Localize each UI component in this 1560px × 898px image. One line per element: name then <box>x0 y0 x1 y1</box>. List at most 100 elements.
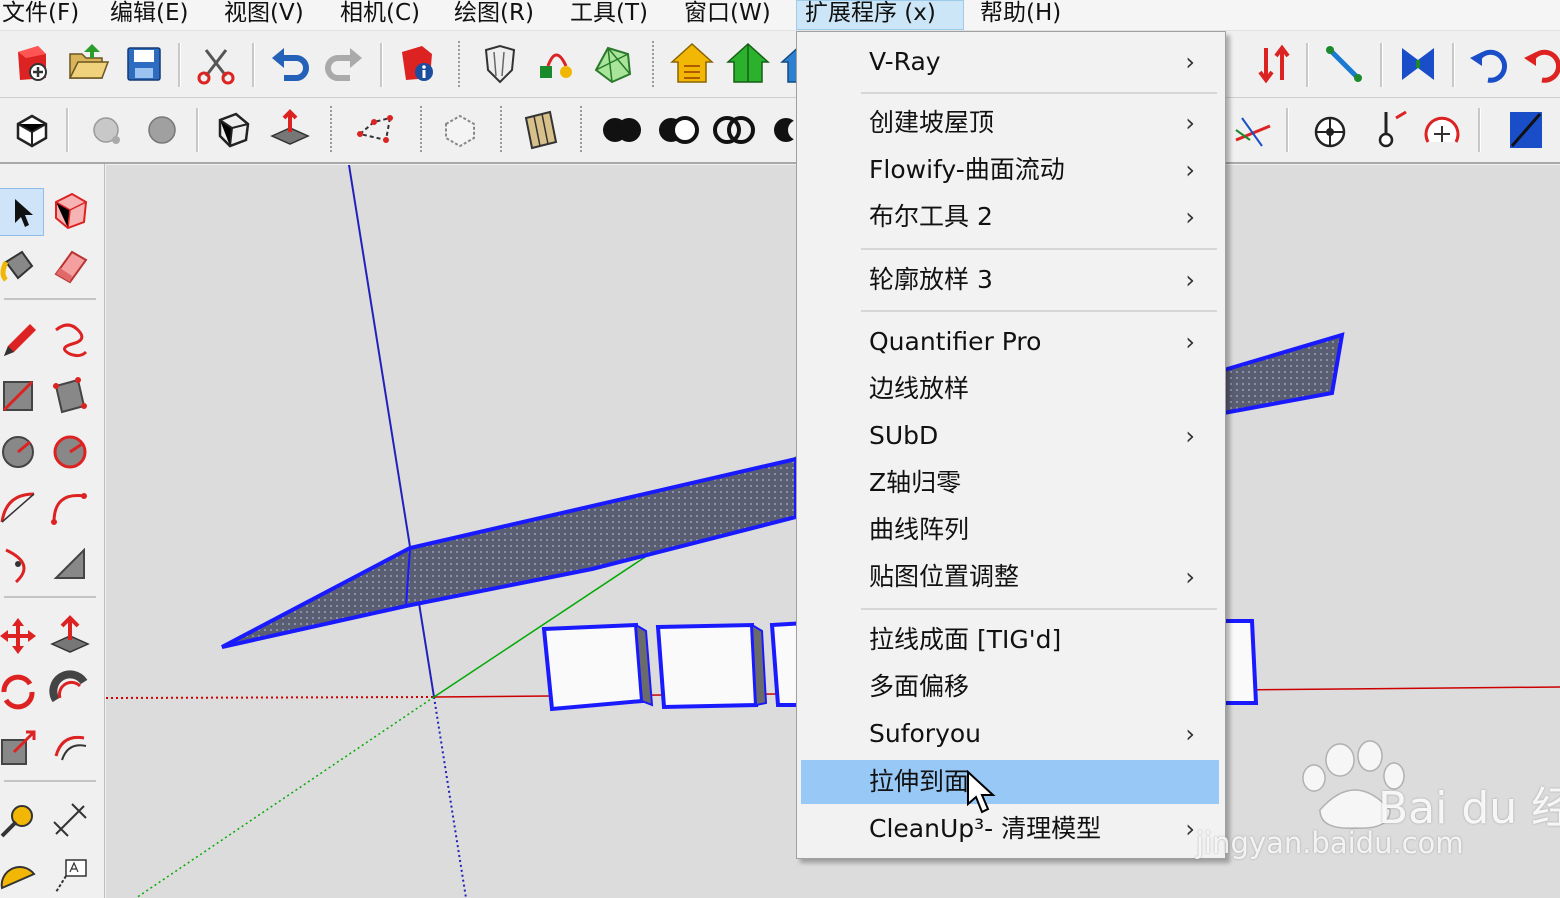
pencil-icon[interactable] <box>0 318 40 362</box>
freehand-icon[interactable] <box>48 318 92 362</box>
menu-help[interactable]: 帮助(H) <box>972 0 1069 30</box>
follow-me-icon[interactable] <box>48 670 92 714</box>
shadow-off-icon[interactable] <box>84 106 132 154</box>
menu-item-subd[interactable]: SUbD › <box>801 414 1219 458</box>
look-around-icon[interactable] <box>1362 106 1410 154</box>
submenu-arrow-icon: › <box>1185 563 1195 591</box>
menu-item-flowify[interactable]: Flowify-曲面流动 › <box>801 148 1219 192</box>
protractor-icon[interactable] <box>0 854 40 898</box>
text-icon[interactable] <box>48 854 92 898</box>
sandbox-icon[interactable] <box>588 40 636 88</box>
rectangle-icon[interactable] <box>0 374 40 418</box>
extensions-dropdown: V-Ray › 创建坡屋顶 › Flowify-曲面流动 › 布尔工具 2 › 轮廓放样… <box>796 31 1226 859</box>
submenu-arrow-icon: › <box>1185 109 1195 137</box>
rotate-red-icon[interactable] <box>1520 40 1560 88</box>
selected-face <box>221 456 798 649</box>
cut-icon[interactable] <box>192 40 240 88</box>
menu-edit[interactable]: 编辑(E) <box>102 0 196 30</box>
mirror-icon[interactable] <box>1394 40 1442 88</box>
house-yellow-icon[interactable] <box>668 40 716 88</box>
new-model-icon[interactable] <box>8 40 56 88</box>
rotate-icon[interactable] <box>0 670 40 714</box>
solid-intersect-icon[interactable] <box>710 106 758 154</box>
undo-icon[interactable] <box>266 40 314 88</box>
section-plane-icon[interactable] <box>1502 106 1550 154</box>
menu-item-lines-to-faces[interactable]: 拉线成面 [TIG'd] <box>801 618 1219 662</box>
menu-item-cleanup[interactable]: CleanUp³- 清理模型 › <box>801 807 1219 851</box>
eraser-icon[interactable] <box>48 244 92 288</box>
watermark-url: jingyan.baidu.com <box>1196 826 1464 860</box>
save-icon[interactable] <box>120 40 168 88</box>
solid-subtract-icon[interactable] <box>654 106 702 154</box>
menu-item-suforyou[interactable]: Suforyou › <box>801 712 1219 756</box>
offset-icon[interactable] <box>48 726 92 770</box>
push-pull-face-icon[interactable] <box>266 106 314 154</box>
submenu-arrow-icon: › <box>1185 266 1195 294</box>
menu-item-vray[interactable]: V-Ray › <box>801 40 1219 84</box>
menu-item-extrude-to-face[interactable]: 拉伸到面 <box>801 760 1219 804</box>
submenu-arrow-icon: › <box>1185 48 1195 76</box>
pie-icon[interactable] <box>48 542 92 586</box>
dashed-polygon-icon[interactable] <box>352 106 400 154</box>
submenu-arrow-icon: › <box>1185 815 1195 843</box>
push-pull-icon[interactable] <box>48 614 92 658</box>
box-1 <box>541 622 654 712</box>
open-icon[interactable] <box>64 40 112 88</box>
menu-view[interactable]: 视图(V) <box>216 0 312 30</box>
rotate-arrow-icon[interactable] <box>1466 40 1514 88</box>
paint-bucket-icon[interactable] <box>0 244 40 288</box>
model-info-icon[interactable] <box>394 40 442 88</box>
menu-draw[interactable]: 绘图(R) <box>446 0 542 30</box>
menu-file[interactable]: 文件(F) <box>0 0 87 30</box>
menu-item-bool-tools[interactable]: 布尔工具 2 › <box>801 195 1219 239</box>
redo-icon[interactable] <box>320 40 368 88</box>
axes-icon[interactable] <box>1228 106 1276 154</box>
menu-camera[interactable]: 相机(C) <box>332 0 428 30</box>
menu-item-z-zero[interactable]: Z轴归零 <box>801 461 1219 505</box>
rotated-rectangle-icon[interactable] <box>48 374 92 418</box>
box-2 <box>655 622 768 710</box>
menu-item-texture-position[interactable]: 贴图位置调整 › <box>801 555 1219 599</box>
three-point-arc-icon[interactable] <box>0 542 40 586</box>
menu-bar: 文件(F) 编辑(E) 视图(V) 相机(C) 绘图(R) 工具(T) 窗口(W… <box>0 0 1560 31</box>
menu-item-quantifier-pro[interactable]: Quantifier Pro › <box>801 320 1219 364</box>
menu-item-curve-array[interactable]: 曲线阵列 <box>801 508 1219 552</box>
main-toolbar <box>0 31 1560 98</box>
selected-face-right <box>1222 332 1345 416</box>
paint-bucket-icon[interactable] <box>532 40 580 88</box>
menu-item-profile-builder[interactable]: 轮廓放样 3 › <box>801 258 1219 302</box>
submenu-arrow-icon: › <box>1185 203 1195 231</box>
scale-icon[interactable] <box>0 726 40 770</box>
solid-union-icon[interactable] <box>598 106 646 154</box>
component-icon[interactable] <box>436 106 484 154</box>
position-camera-icon[interactable] <box>1306 106 1354 154</box>
house-green-icon[interactable] <box>724 40 772 88</box>
menu-item-edge-loft[interactable]: 边线放样 <box>801 367 1219 411</box>
menu-item-multi-face-offset[interactable]: 多面偏移 <box>801 665 1219 709</box>
dimension-icon[interactable] <box>48 798 92 842</box>
move-axis-icon[interactable] <box>1320 40 1368 88</box>
shadow-on-icon[interactable] <box>138 106 186 154</box>
walk-icon[interactable] <box>1418 106 1466 154</box>
section-icon[interactable] <box>210 106 258 154</box>
move-icon[interactable] <box>0 614 40 658</box>
menu-tools[interactable]: 工具(T) <box>562 0 656 30</box>
tape-measure-icon[interactable] <box>0 798 40 842</box>
two-point-arc-icon[interactable] <box>48 486 92 530</box>
submenu-arrow-icon: › <box>1185 720 1195 748</box>
red-axis <box>106 696 435 699</box>
menu-window[interactable]: 窗口(W) <box>676 0 779 30</box>
mouse-cursor-icon <box>967 770 996 814</box>
box-4 <box>1222 619 1259 705</box>
arc-icon[interactable] <box>0 486 40 530</box>
polygon-icon[interactable] <box>48 430 92 474</box>
menu-extensions[interactable]: 扩展程序 (x) <box>796 0 964 30</box>
orbit-icon[interactable] <box>8 106 56 154</box>
circle-icon[interactable] <box>0 430 40 474</box>
menu-item-create-roof[interactable]: 创建坡屋顶 › <box>801 101 1219 145</box>
make-component-icon[interactable] <box>48 188 92 232</box>
select-icon[interactable] <box>0 188 44 236</box>
material-icon[interactable] <box>516 106 564 154</box>
flip-arrows-icon[interactable] <box>1250 40 1298 88</box>
shield-icon[interactable] <box>476 40 524 88</box>
